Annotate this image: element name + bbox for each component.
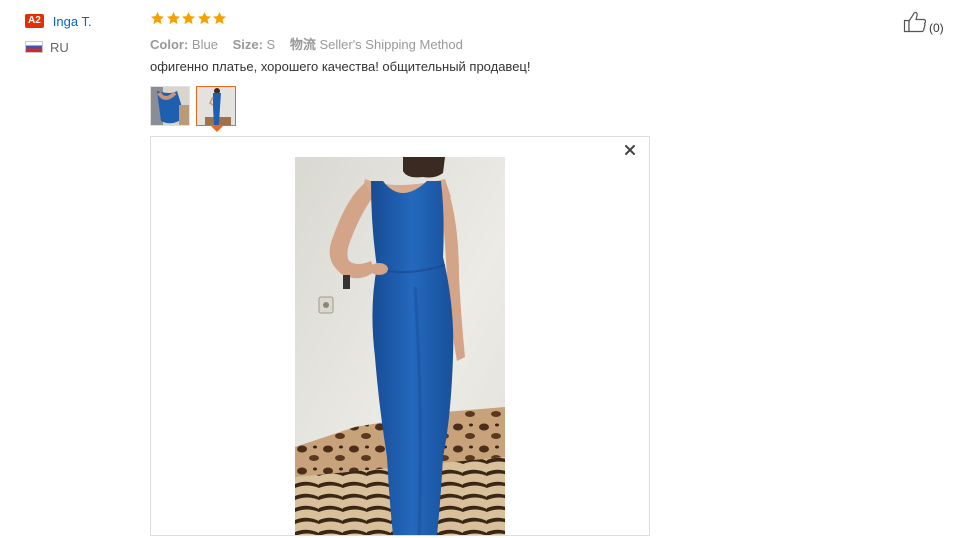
star-icon xyxy=(212,11,227,26)
star-icon xyxy=(181,11,196,26)
attr-size: Size: S xyxy=(233,37,276,52)
buyer-level-badge: A2 xyxy=(25,14,44,28)
attr-size-value: S xyxy=(266,37,276,52)
order-attributes: Color: Blue Size: S 物流 Seller's Shipping… xyxy=(150,34,850,52)
star-icon xyxy=(150,11,165,26)
photo-thumb-2[interactable] xyxy=(196,86,236,132)
review-content: Color: Blue Size: S 物流 Seller's Shipping… xyxy=(150,11,850,132)
attr-color-label: Color: xyxy=(150,37,189,52)
attr-shipping-label: 物流 xyxy=(289,37,316,52)
close-icon[interactable] xyxy=(623,143,637,157)
attr-size-label: Size: xyxy=(232,37,263,52)
helpful-vote[interactable]: (0) xyxy=(903,11,944,38)
attr-shipping-value: Seller's Shipping Method xyxy=(319,37,463,52)
reviewer-info: A2 Inga T. RU xyxy=(25,12,145,55)
country-code: RU xyxy=(50,39,69,55)
review-text: офигенно платье, хорошего качества! общи… xyxy=(150,59,531,74)
helpful-count: (0) xyxy=(929,21,944,35)
star-icon xyxy=(197,11,212,26)
star-rating xyxy=(150,11,850,29)
review-item: A2 Inga T. RU Color: Blue Size: S 物流 Sel… xyxy=(0,0,960,538)
russia-flag-icon xyxy=(25,41,43,53)
star-icon xyxy=(166,11,181,26)
photo-preview-panel xyxy=(150,136,650,536)
photo-thumb-1[interactable] xyxy=(150,86,190,126)
thumbs-up-icon xyxy=(903,11,927,38)
active-thumb-indicator xyxy=(211,126,223,132)
thumb-1-image xyxy=(151,87,189,125)
reviewer-country: RU xyxy=(25,39,145,55)
attr-color: Color: Blue xyxy=(150,37,218,52)
preview-photo xyxy=(295,157,505,535)
attr-color-value: Blue xyxy=(191,37,218,52)
reviewer-name-link[interactable]: Inga T. xyxy=(53,14,92,29)
reviewer-row: A2 Inga T. xyxy=(25,12,145,30)
photo-thumbnails xyxy=(150,86,850,132)
thumb-2-image xyxy=(197,87,235,125)
attr-shipping: 物流 Seller's Shipping Method xyxy=(290,37,463,52)
